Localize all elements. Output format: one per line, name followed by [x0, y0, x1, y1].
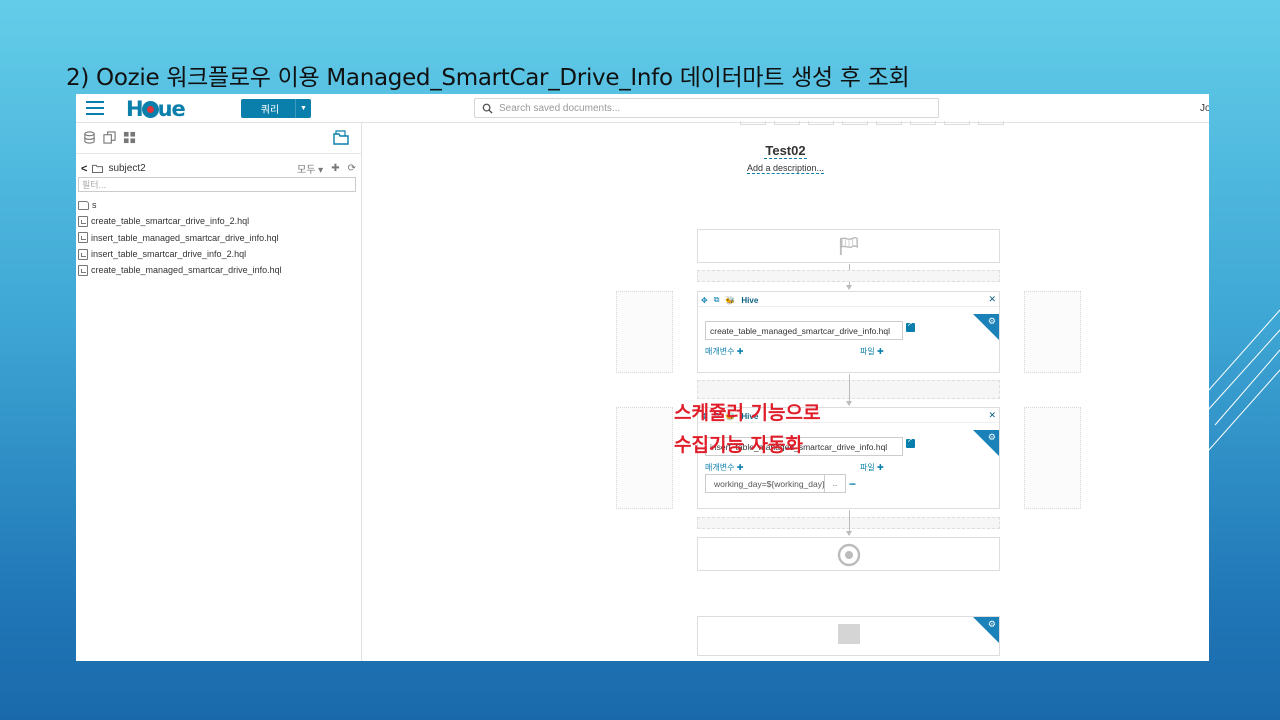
hue-logo[interactable]: H ue: [126, 97, 186, 121]
end-target-icon: [837, 543, 861, 567]
slide-title: 2) Oozie 워크플로우 이용 Managed_SmartCar_Drive…: [66, 65, 910, 91]
list-item[interactable]: s: [78, 197, 282, 213]
drop-zone: [1024, 407, 1081, 509]
drop-zone: [1024, 291, 1081, 373]
query-button[interactable]: 쿼리 ▼: [241, 99, 311, 118]
back-icon[interactable]: <: [81, 163, 87, 175]
top-nav: H ue 쿼리 ▼ Jo: [76, 94, 1209, 123]
hive-icon: 🐝: [725, 295, 736, 305]
parameter-more-button[interactable]: ..: [825, 474, 846, 493]
list-item[interactable]: insert_table_smartcar_drive_info_2.hql: [78, 246, 282, 262]
list-item[interactable]: insert_table_managed_smartcar_drive_info…: [78, 230, 282, 246]
flow-arrow: [846, 510, 852, 536]
folder-open-icon[interactable]: [333, 130, 349, 145]
refresh-icon[interactable]: ⟳: [348, 163, 356, 174]
add-parameter-link[interactable]: 매개변수 ✚: [705, 462, 743, 473]
script-field[interactable]: create_table_managed_smartcar_drive_info…: [705, 321, 903, 340]
hue-screenshot: H ue 쿼리 ▼ Jo <: [76, 94, 1209, 661]
slide-decoration: [1200, 309, 1280, 461]
move-icon[interactable]: ✥: [701, 296, 708, 305]
close-icon[interactable]: ✕: [988, 410, 996, 421]
file-icon: [78, 232, 88, 244]
annotation-line-1: 스케쥴러 기능으로: [674, 402, 821, 424]
logo-dot-icon: [141, 100, 159, 118]
end-node[interactable]: [697, 537, 1000, 571]
start-node[interactable]: [697, 229, 1000, 263]
parameter-field[interactable]: working_day=${working_day}: [705, 474, 825, 493]
left-assist-panel: < subject2 모두 ▾ ✚ ⟳ s create_table_smart…: [76, 123, 362, 661]
list-item[interactable]: create_table_managed_smartcar_drive_info…: [78, 262, 282, 278]
documents-icon[interactable]: [102, 131, 116, 145]
stop-icon: [838, 624, 860, 644]
plus-icon[interactable]: ✚: [331, 163, 339, 174]
breadcrumb-label[interactable]: subject2: [108, 163, 145, 174]
file-icon: [78, 264, 88, 276]
copy-icon[interactable]: ⧉: [714, 295, 720, 305]
search-box: [474, 98, 939, 118]
add-file-link[interactable]: 파일 ✚: [860, 346, 884, 357]
flag-icon: [839, 236, 858, 256]
breadcrumb: < subject2 모두 ▾ ✚ ⟳: [81, 161, 356, 177]
file-icon: [78, 248, 88, 260]
user-menu[interactable]: Jo: [1200, 103, 1209, 114]
menu-icon[interactable]: [86, 101, 104, 115]
chevron-down-icon[interactable]: ▼: [295, 99, 311, 118]
gear-icon[interactable]: ⚙: [988, 432, 996, 443]
search-input[interactable]: [499, 102, 919, 114]
gear-icon[interactable]: ⚙: [988, 316, 996, 327]
external-link-icon[interactable]: [906, 436, 915, 448]
add-parameter-link[interactable]: 매개변수 ✚: [705, 346, 743, 357]
workflow-canvas: Test02 Add a description... ✥ ⧉ 🐝 Hive ✕: [362, 121, 1209, 661]
filter-menu[interactable]: 모두 ▾: [297, 161, 323, 176]
external-link-icon[interactable]: [906, 320, 915, 332]
drop-zone: [616, 291, 673, 373]
flow-arrow: [846, 374, 852, 406]
filter-input[interactable]: [78, 177, 356, 192]
kill-node[interactable]: ⚙: [697, 616, 1000, 656]
search-icon: [482, 103, 493, 114]
folder-icon: [92, 164, 104, 173]
folder-icon: [78, 200, 89, 210]
action-type-label: Hive: [741, 295, 759, 305]
grid-icon[interactable]: [122, 131, 136, 145]
drop-zone: [697, 270, 1000, 282]
query-button-label: 쿼리: [260, 105, 280, 116]
remove-parameter-icon[interactable]: −: [849, 477, 856, 491]
file-icon: [78, 215, 88, 227]
drop-zone: [616, 407, 673, 509]
file-list: s create_table_smartcar_drive_info_2.hql…: [78, 197, 282, 278]
database-icon[interactable]: [82, 131, 96, 145]
workflow-title[interactable]: Test02: [362, 143, 1209, 159]
add-file-link[interactable]: 파일 ✚: [860, 462, 884, 473]
gear-icon[interactable]: ⚙: [988, 619, 996, 630]
annotation-line-2: 수집기능 자동화: [674, 434, 803, 456]
close-icon[interactable]: ✕: [988, 294, 996, 305]
hive-action-1[interactable]: ✥ ⧉ 🐝 Hive ✕ ⚙ create_table_managed_smar…: [697, 291, 1000, 373]
workflow-description[interactable]: Add a description...: [362, 163, 1209, 174]
list-item[interactable]: create_table_smartcar_drive_info_2.hql: [78, 213, 282, 229]
action-palette: [740, 121, 1004, 125]
